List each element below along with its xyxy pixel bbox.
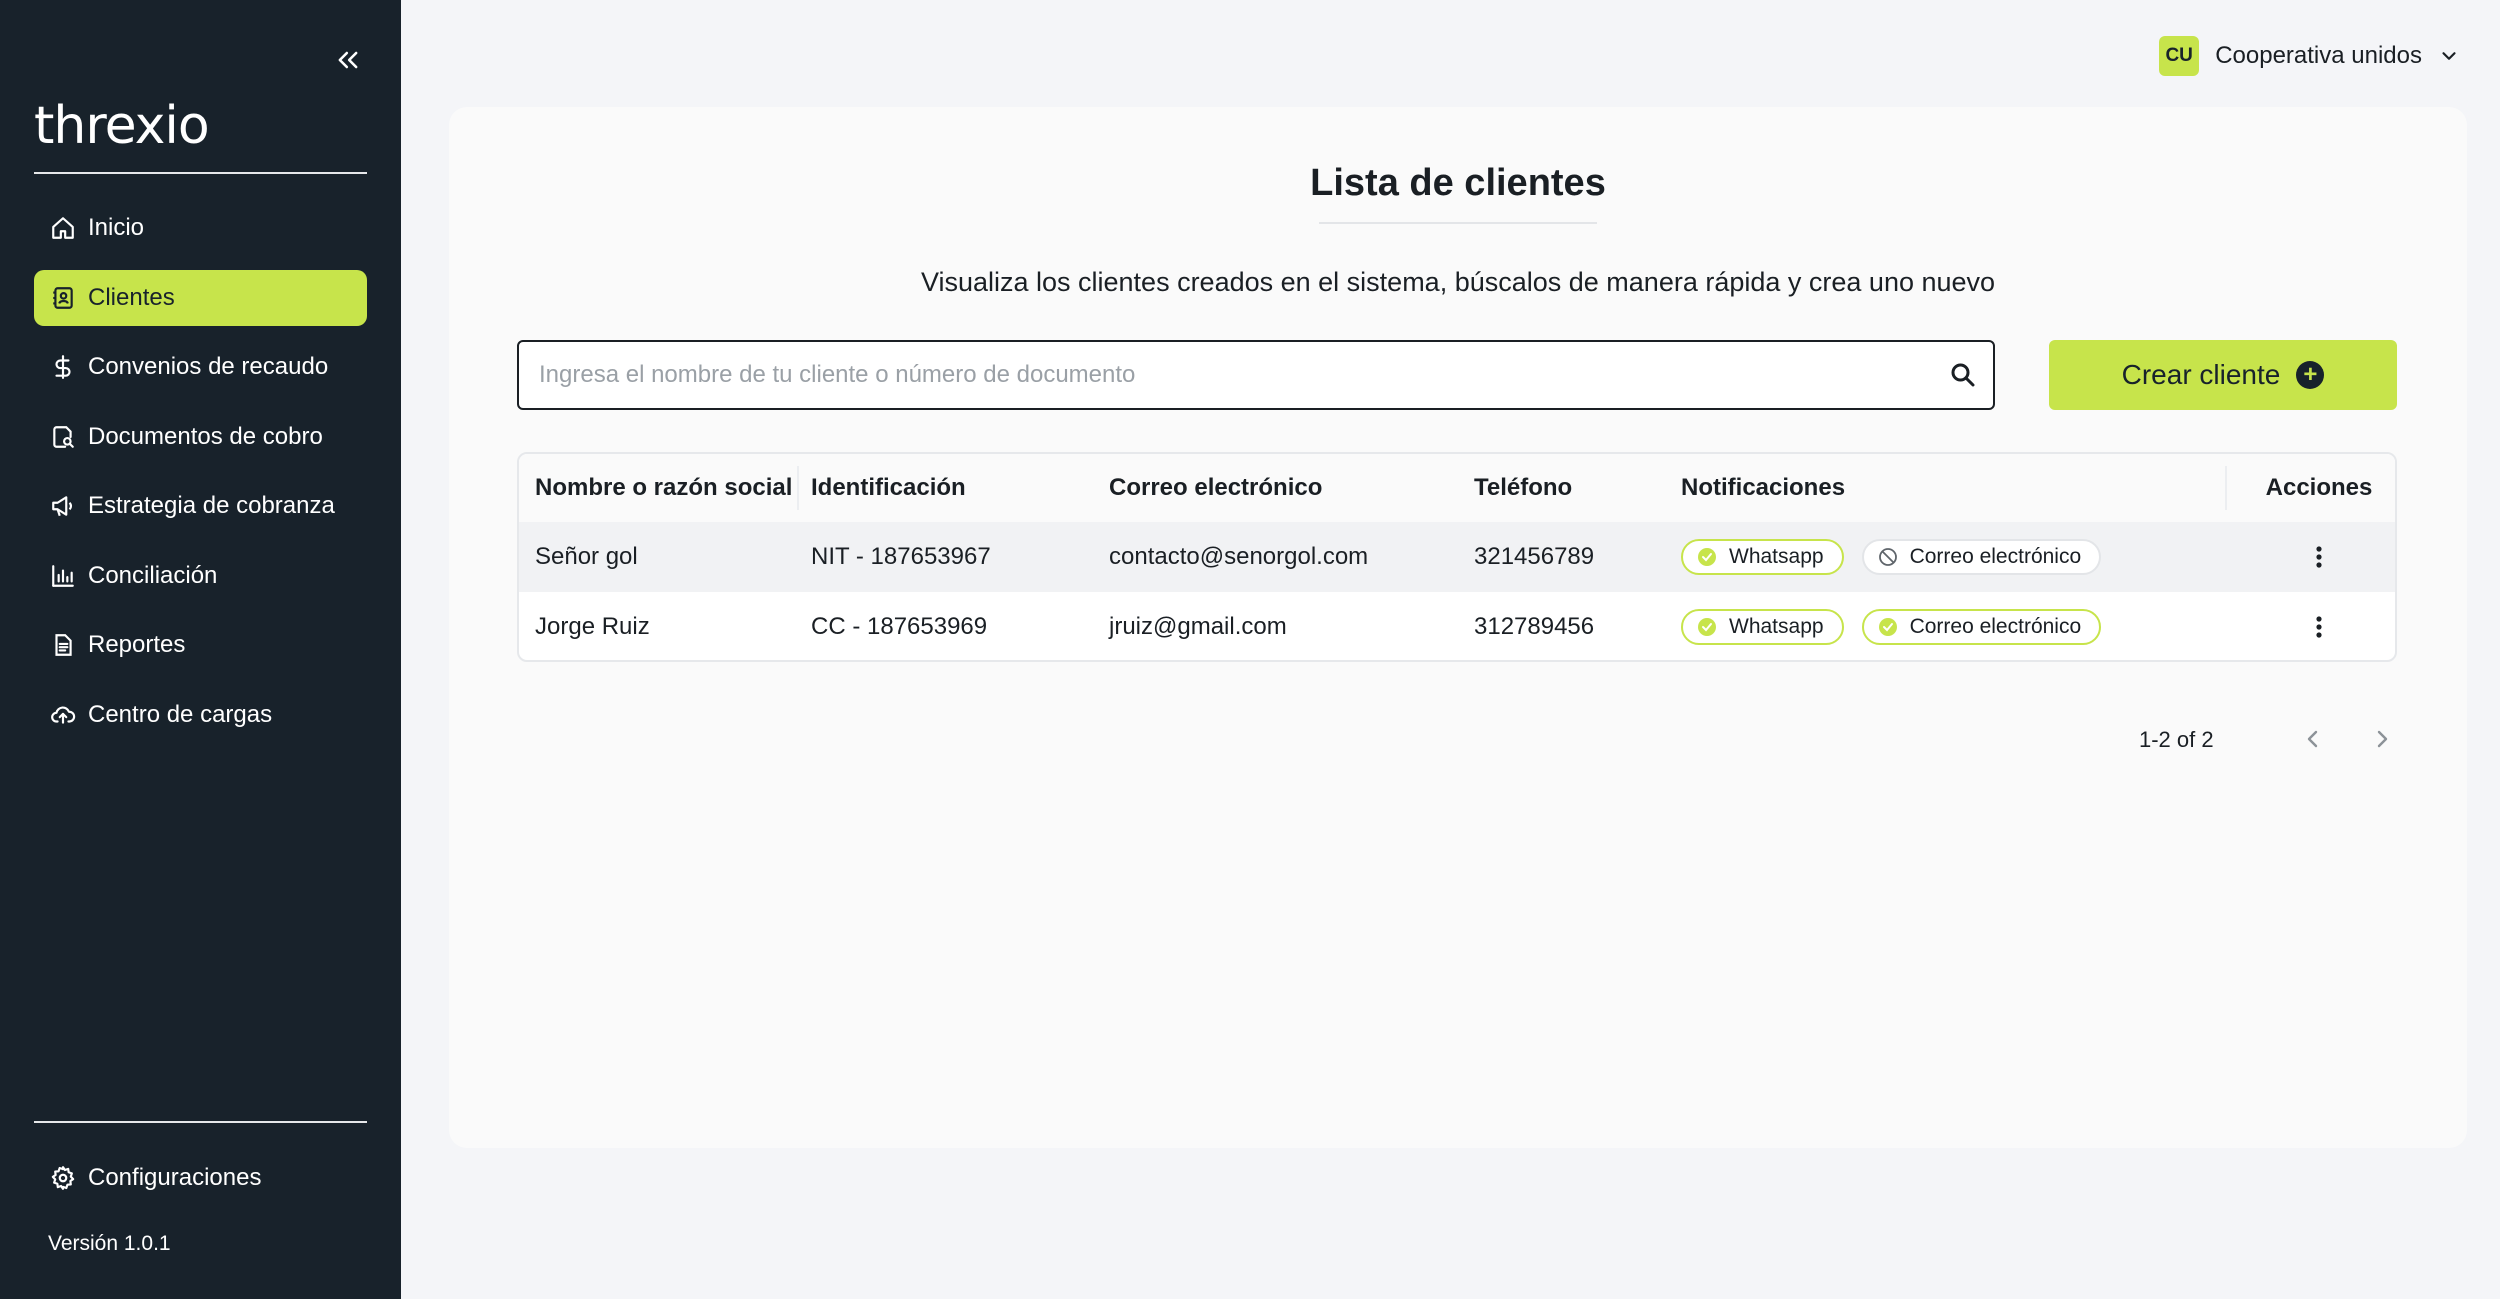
- block-icon: [1878, 547, 1898, 567]
- check-circle-icon: [1697, 617, 1717, 637]
- sidebar-item-label: Conciliación: [88, 561, 218, 589]
- collapse-sidebar-button[interactable]: [330, 42, 366, 78]
- version-label: Versión 1.0.1: [48, 1232, 171, 1255]
- create-client-button[interactable]: Crear cliente +: [2049, 340, 2397, 410]
- cell-name: Señor gol: [535, 543, 638, 570]
- notification-chip-whatsapp: Whatsapp: [1681, 609, 1844, 645]
- cell-email: jruiz@gmail.com: [1109, 613, 1287, 640]
- double-chevron-left-icon: [338, 51, 358, 69]
- chip-label: Correo electrónico: [1909, 615, 2082, 638]
- organization-selector[interactable]: CU Cooperativa unidos: [2159, 36, 2460, 76]
- dollar-icon: [48, 352, 78, 382]
- column-divider: [2225, 466, 2227, 510]
- pagination-info: 1-2 of 2: [2139, 727, 2214, 752]
- sidebar-item-label: Convenios de recaudo: [88, 353, 329, 380]
- chip-label: Correo electrónico: [1909, 545, 2082, 568]
- main-card: Lista de clientes Visualiza los clientes…: [449, 107, 2467, 1148]
- column-divider: [797, 466, 799, 510]
- sidebar-item-label: Reportes: [88, 631, 186, 658]
- cloud-upload-icon: [48, 700, 78, 730]
- search-icon[interactable]: [1933, 360, 1993, 390]
- cell-email: contacto@senorgol.com: [1109, 543, 1369, 570]
- cell-notifications: Whatsapp Correo electrónico: [1681, 522, 2119, 592]
- sidebar-item-reportes[interactable]: Reportes: [34, 617, 367, 673]
- notification-chip-email: Correo electrónico: [1861, 609, 2102, 645]
- sidebar-item-label: Configuraciones: [88, 1164, 262, 1191]
- column-header-notifications: Notificaciones: [1681, 474, 1846, 501]
- kebab-menu-icon: [2316, 616, 2322, 638]
- chevron-right-icon: [2377, 730, 2388, 748]
- avatar: CU: [2159, 36, 2200, 76]
- cell-id: CC - 187653969: [811, 613, 988, 640]
- sidebar-item-label: Estrategia de cobranza: [88, 492, 335, 519]
- clients-table: Nombre o razón social Identificación Cor…: [517, 452, 2397, 662]
- document-search-icon: [48, 422, 78, 452]
- notification-chip-email: Correo electrónico: [1861, 539, 2102, 575]
- search-input[interactable]: [519, 342, 1933, 408]
- table-row: Jorge Ruiz CC - 187653969 jruiz@gmail.co…: [519, 592, 2395, 660]
- previous-page-button[interactable]: [2291, 717, 2335, 761]
- chip-label: Whatsapp: [1729, 615, 1824, 638]
- sidebar-divider: [34, 172, 367, 174]
- next-page-button[interactable]: [2360, 717, 2404, 761]
- report-icon: [48, 630, 78, 660]
- column-header-actions: Acciones: [2265, 474, 2373, 501]
- chevron-down-icon: [2442, 52, 2456, 60]
- cell-id: NIT - 187653967: [811, 543, 991, 570]
- sidebar: threxio Inicio Clientes Convenios de rec…: [0, 0, 401, 1299]
- chevron-left-icon: [2307, 730, 2318, 748]
- title-underline: [1319, 222, 1597, 224]
- check-circle-icon: [1878, 617, 1898, 637]
- column-header-email: Correo electrónico: [1109, 474, 1323, 501]
- cell-actions: [2239, 522, 2395, 592]
- column-header-name: Nombre o razón social: [535, 474, 793, 501]
- column-header-id: Identificación: [811, 474, 966, 501]
- chip-label: Whatsapp: [1729, 545, 1824, 568]
- sidebar-item-label: Clientes: [88, 283, 175, 311]
- sidebar-item-conciliacion[interactable]: Conciliación: [34, 548, 367, 604]
- sidebar-item-centro-cargas[interactable]: Centro de cargas: [34, 687, 367, 743]
- sidebar-item-label: Documentos de cobro: [88, 422, 323, 450]
- home-icon: [48, 213, 78, 243]
- sidebar-item-convenios[interactable]: Convenios de recaudo: [34, 339, 367, 395]
- table-header: Nombre o razón social Identificación Cor…: [519, 454, 2395, 522]
- sidebar-item-configuraciones[interactable]: Configuraciones: [34, 1150, 367, 1206]
- table-row: Señor gol NIT - 187653967 contacto@senor…: [519, 522, 2395, 592]
- column-header-phone: Teléfono: [1474, 474, 1573, 501]
- sidebar-item-inicio[interactable]: Inicio: [34, 200, 367, 256]
- plus-circle-icon: +: [2296, 361, 2325, 389]
- create-client-label: Crear cliente: [2121, 359, 2281, 390]
- sidebar-item-documentos[interactable]: Documentos de cobro: [34, 409, 367, 465]
- sidebar-item-estrategia[interactable]: Estrategia de cobranza: [34, 478, 367, 534]
- cell-name: Jorge Ruiz: [535, 613, 650, 640]
- cell-notifications: Whatsapp Correo electrónico: [1681, 592, 2119, 660]
- organization-name: Cooperativa unidos: [2215, 42, 2422, 69]
- page-title: Lista de clientes: [1310, 162, 1606, 204]
- page-subtitle: Visualiza los clientes creados en el sis…: [920, 267, 1996, 297]
- row-actions-button[interactable]: [2299, 607, 2339, 647]
- kebab-menu-icon: [2316, 546, 2322, 568]
- sidebar-item-label: Centro de cargas: [88, 700, 273, 728]
- cell-phone: 321456789: [1474, 543, 1595, 570]
- check-circle-icon: [1697, 547, 1717, 567]
- notification-chip-whatsapp: Whatsapp: [1681, 539, 1844, 575]
- sidebar-nav: Inicio Clientes Convenios de recaudo Doc…: [34, 200, 367, 756]
- sidebar-item-clientes[interactable]: Clientes: [34, 269, 367, 326]
- logo: threxio: [34, 96, 210, 156]
- search-box: [517, 340, 1995, 410]
- gear-icon: [48, 1163, 78, 1193]
- sidebar-divider: [34, 1121, 367, 1123]
- bar-chart-icon: [48, 561, 78, 591]
- cell-phone: 312789456: [1474, 613, 1595, 640]
- megaphone-icon: [48, 491, 78, 521]
- cell-actions: [2239, 592, 2395, 660]
- row-actions-button[interactable]: [2299, 537, 2339, 577]
- sidebar-item-label: Inicio: [88, 214, 145, 241]
- contacts-icon: [48, 283, 78, 313]
